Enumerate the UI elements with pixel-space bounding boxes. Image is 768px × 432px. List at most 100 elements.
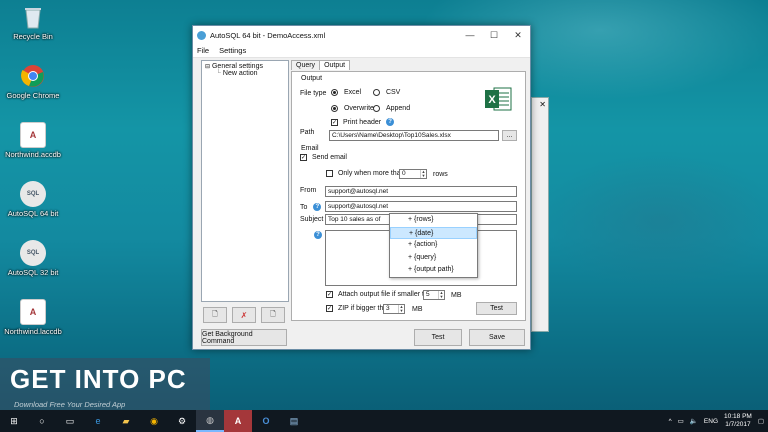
radio-csv-label: CSV bbox=[385, 89, 401, 97]
checkbox-box[interactable]: ✓ bbox=[326, 291, 333, 298]
radio-csv[interactable]: CSV bbox=[373, 89, 400, 96]
desktop-icon-chrome[interactable]: Google Chrome bbox=[2, 63, 64, 100]
attach-checkbox[interactable]: ✓ Attach output file if smaller than bbox=[326, 291, 436, 298]
minimize-icon[interactable]: — bbox=[458, 30, 482, 40]
radio-overwrite-dot[interactable] bbox=[331, 105, 338, 112]
to-label: To bbox=[300, 203, 308, 211]
browse-button[interactable]: ... bbox=[502, 130, 517, 141]
test-button[interactable]: Test bbox=[414, 329, 462, 346]
file-explorer-icon[interactable]: ▰ bbox=[112, 410, 140, 432]
from-input[interactable]: support@autosql.net bbox=[325, 186, 517, 197]
access-lock-file-icon: A bbox=[20, 299, 46, 325]
checkbox-box[interactable]: ✓ bbox=[326, 305, 333, 312]
close-icon[interactable]: ✕ bbox=[506, 30, 530, 41]
help-icon[interactable]: ? bbox=[386, 118, 395, 126]
radio-append-dot[interactable] bbox=[373, 105, 380, 112]
excel-icon: X bbox=[484, 86, 512, 112]
spin-arrows-icon[interactable]: ▲ ▼ bbox=[398, 305, 404, 313]
get-background-command-button[interactable]: Get Background Command bbox=[201, 329, 287, 346]
access-icon[interactable]: A bbox=[224, 410, 252, 432]
chevron-up-icon[interactable]: ^ bbox=[669, 418, 672, 425]
window-title: AutoSQL 64 bit - DemoAccess.xml bbox=[210, 30, 326, 40]
network-icon[interactable]: ▭ bbox=[678, 417, 684, 425]
subject-label: Subject bbox=[300, 216, 324, 223]
chrome-icon[interactable]: ◉ bbox=[140, 410, 168, 432]
path-input[interactable]: C:\Users\Name\Desktop\Top10Sales.xlsx bbox=[329, 130, 499, 141]
body-help-icon-wrap: ? bbox=[314, 231, 322, 239]
from-label: From bbox=[300, 187, 317, 194]
task-view-icon[interactable]: ▭ bbox=[56, 410, 84, 432]
print-header-checkbox[interactable]: ✓ Print header ? bbox=[331, 118, 395, 126]
tree-item-new-action[interactable]: └ New action bbox=[202, 70, 288, 77]
title-bar[interactable]: AutoSQL 64 bit - DemoAccess.xml — ☐ ✕ bbox=[193, 26, 530, 44]
save-button[interactable]: Save bbox=[469, 329, 525, 346]
dropdown-item-output-path[interactable]: + {output path} bbox=[390, 264, 477, 277]
watermark-tagline: Download Free Your Desired App bbox=[14, 400, 126, 409]
clock[interactable]: 10:18 PM 1/7/2017 bbox=[724, 413, 752, 429]
delete-action-button[interactable]: ✗ bbox=[232, 307, 256, 323]
test-email-button[interactable]: Test bbox=[476, 302, 517, 315]
menu-file[interactable]: File bbox=[197, 46, 209, 55]
notifications-icon[interactable]: ▢ bbox=[758, 417, 764, 425]
to-input[interactable]: support@autosql.net bbox=[325, 201, 517, 212]
autosql-window[interactable]: AutoSQL 64 bit - DemoAccess.xml — ☐ ✕ Fi… bbox=[192, 25, 531, 350]
language-indicator[interactable]: ENG bbox=[704, 418, 718, 425]
radio-append-label: Append bbox=[385, 105, 411, 113]
attach-size-value: 5 bbox=[426, 291, 430, 298]
desktop-icon-autosql-64[interactable]: SQL AutoSQL 64 bit bbox=[2, 181, 64, 218]
maximize-icon[interactable]: ☐ bbox=[482, 30, 506, 41]
wallpaper-wave bbox=[540, 150, 768, 290]
copy-action-button[interactable]: 🗋 bbox=[261, 307, 285, 323]
zip-checkbox[interactable]: ✓ ZIP if bigger than bbox=[326, 305, 391, 312]
send-email-checkbox[interactable]: ✓ Send email bbox=[300, 154, 347, 161]
outlook-icon[interactable]: O bbox=[252, 410, 280, 432]
desktop-icon-northwind-lock[interactable]: A Northwind.laccdb bbox=[2, 299, 64, 336]
collapse-icon[interactable]: ⊟ bbox=[205, 64, 210, 70]
dropdown-item-date[interactable]: + {date} bbox=[390, 226, 477, 240]
spin-arrows-icon[interactable]: ▲ ▼ bbox=[420, 170, 426, 178]
svg-text:X: X bbox=[488, 94, 496, 106]
autosql-icon[interactable]: ◍ bbox=[196, 410, 224, 432]
help-icon[interactable]: ? bbox=[314, 231, 322, 239]
dropdown-item-action[interactable]: + {action} bbox=[390, 239, 477, 252]
menu-settings[interactable]: Settings bbox=[219, 46, 246, 55]
volume-icon[interactable]: 🔈 bbox=[690, 417, 698, 425]
search-icon[interactable]: ○ bbox=[28, 410, 56, 432]
windows-start-icon[interactable]: ⊞ bbox=[0, 410, 28, 432]
tab-query[interactable]: Query bbox=[291, 60, 321, 70]
background-window[interactable]: ✕ bbox=[531, 97, 549, 332]
desktop-icon-northwind[interactable]: A Northwind.accdb bbox=[2, 122, 64, 159]
only-when-stepper[interactable]: 0 ▲ ▼ bbox=[399, 169, 427, 179]
attach-size-stepper[interactable]: 5 ▲ ▼ bbox=[423, 290, 445, 300]
new-action-button[interactable]: 🗋 bbox=[203, 307, 227, 323]
watermark-brand: GET INTO PC bbox=[10, 364, 187, 394]
radio-overwrite[interactable]: Overwrite bbox=[331, 105, 374, 112]
placeholder-dropdown[interactable]: + {rows} + {date} + {action} + {query} +… bbox=[389, 213, 478, 278]
tree-root[interactable]: ⊟ General settings bbox=[202, 61, 288, 70]
checkbox-box[interactable]: ✓ bbox=[331, 118, 338, 126]
rows-label: rows bbox=[433, 171, 448, 178]
only-when-checkbox[interactable]: Only when more than bbox=[326, 170, 405, 177]
radio-excel[interactable]: Excel bbox=[331, 89, 361, 96]
desktop-icon-autosql-32[interactable]: SQL AutoSQL 32 bit bbox=[2, 240, 64, 277]
only-when-label: Only when more than bbox=[337, 170, 405, 178]
desktop-icon-recycle-bin[interactable]: Recycle Bin bbox=[2, 4, 64, 41]
checkbox-box[interactable]: ✓ bbox=[300, 154, 307, 161]
action-tree[interactable]: ⊟ General settings └ New action bbox=[201, 60, 289, 302]
spin-arrows-icon[interactable]: ▲ ▼ bbox=[438, 291, 444, 299]
checkbox-box[interactable] bbox=[326, 170, 333, 177]
help-icon[interactable]: ? bbox=[313, 203, 322, 211]
desktop-icon-label: AutoSQL 64 bit bbox=[7, 209, 59, 218]
radio-csv-dot[interactable] bbox=[373, 89, 380, 96]
zip-size-stepper[interactable]: 3 ▲ ▼ bbox=[383, 304, 405, 314]
radio-append[interactable]: Append bbox=[373, 105, 410, 112]
radio-excel-dot[interactable] bbox=[331, 89, 338, 96]
dropdown-item-query[interactable]: + {query} bbox=[390, 252, 477, 265]
notepad-icon[interactable]: ▤ bbox=[280, 410, 308, 432]
settings-icon[interactable]: ⚙ bbox=[168, 410, 196, 432]
tab-output[interactable]: Output bbox=[319, 60, 351, 70]
close-icon[interactable]: ✕ bbox=[539, 100, 546, 109]
edge-icon[interactable]: e bbox=[84, 410, 112, 432]
desktop-icon-label: Google Chrome bbox=[6, 91, 60, 100]
dropdown-item-rows[interactable]: + {rows} bbox=[390, 214, 477, 227]
